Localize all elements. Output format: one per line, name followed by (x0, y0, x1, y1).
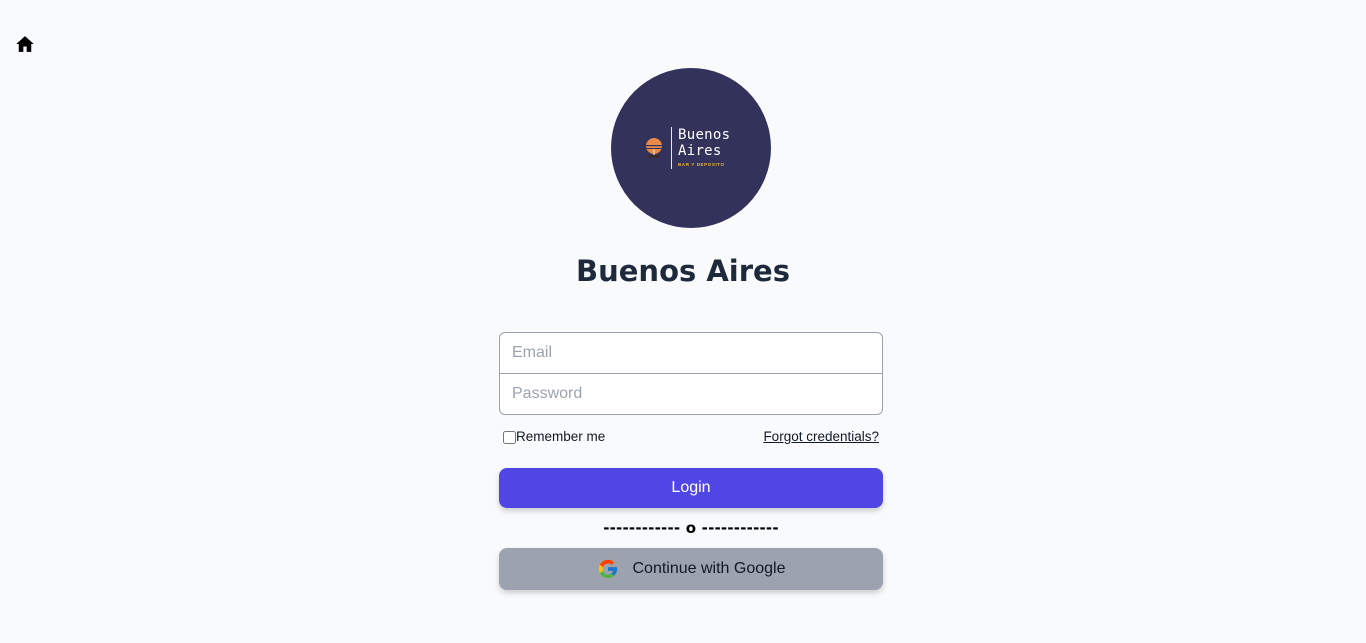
google-icon (597, 558, 619, 580)
separator: ------------ o ------------ (603, 519, 779, 537)
sunset-emblem-icon (645, 136, 663, 158)
home-icon[interactable] (15, 34, 35, 54)
logo-name: Buenos Aires (678, 127, 731, 159)
logo-divider (671, 127, 672, 169)
continue-with-google-button[interactable]: Continue with Google (499, 548, 883, 590)
password-input[interactable] (499, 373, 883, 415)
email-input[interactable] (499, 332, 883, 374)
form-options: Remember me Forgot credentials? (499, 428, 883, 448)
login-form: Remember me Forgot credentials? Login --… (499, 332, 883, 590)
remember-me-checkbox[interactable] (503, 430, 516, 444)
logo-tagline: BAR Y DEPOSITO (678, 162, 725, 167)
forgot-credentials-link[interactable]: Forgot credentials? (763, 428, 879, 446)
login-button[interactable]: Login (499, 468, 883, 508)
page-title: Buenos Aires (576, 254, 790, 288)
remember-me-label: Remember me (516, 429, 606, 444)
logo: Buenos Aires BAR Y DEPOSITO (611, 68, 771, 228)
remember-me-option[interactable]: Remember me (503, 428, 605, 446)
logo-lockup: Buenos Aires BAR Y DEPOSITO (645, 126, 745, 172)
continue-with-google-label: Continue with Google (632, 560, 786, 577)
